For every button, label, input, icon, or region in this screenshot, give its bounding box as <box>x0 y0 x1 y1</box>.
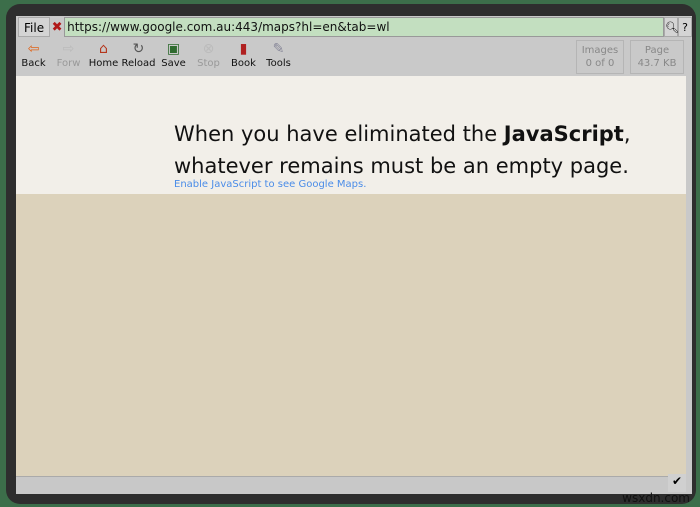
toolbar-label: Back <box>21 58 46 69</box>
page-info: Page 43.7 KB <box>630 40 684 74</box>
enable-js-link[interactable]: Enable JavaScript to see Google Maps. <box>174 179 366 190</box>
headline: When you have eliminated the JavaScript,… <box>174 122 631 178</box>
toolbar-tools-button[interactable]: ✎ Tools <box>261 40 296 76</box>
toolbar-label: Tools <box>266 58 291 69</box>
page-content: When you have eliminated the JavaScript,… <box>16 76 686 476</box>
forw-icon: ⇨ <box>62 41 75 57</box>
check-icon[interactable]: ✔ <box>668 474 686 492</box>
images-label: Images <box>581 45 619 56</box>
toolbar-forw-button[interactable]: ⇨ Forw <box>51 40 86 76</box>
file-menu[interactable]: File <box>18 17 51 37</box>
toolbar-book-button[interactable]: ▮ Book <box>226 40 261 76</box>
save-icon: ▣ <box>166 41 181 57</box>
toolbar-label: Forw <box>56 58 81 69</box>
tools-icon: ✎ <box>272 41 285 57</box>
status-bar <box>16 476 686 490</box>
page-label: Page <box>644 45 670 56</box>
toolbar-save-button[interactable]: ▣ Save <box>156 40 191 76</box>
search-icon[interactable]: 🔍︎ <box>664 17 679 37</box>
toolbar-label: Reload <box>121 58 156 69</box>
toolbar-back-button[interactable]: ⇦ Back <box>16 40 51 76</box>
clear-url-icon[interactable]: ✖ <box>50 20 64 35</box>
stop-icon: ⊗ <box>202 41 215 57</box>
url-row: File ✖ https://www.google.com.au:443/map… <box>16 16 692 38</box>
url-input[interactable]: https://www.google.com.au:443/maps?hl=en… <box>64 17 664 37</box>
toolbar-label: Book <box>231 58 256 69</box>
images-info: Images 0 of 0 <box>576 40 624 74</box>
reload-icon: ↻ <box>132 41 145 57</box>
toolbar-label: Stop <box>197 58 220 69</box>
help-button[interactable]: ? <box>678 17 692 37</box>
toolbar-home-button[interactable]: ⌂ Home <box>86 40 121 76</box>
book-icon: ▮ <box>239 41 248 57</box>
back-icon: ⇦ <box>27 41 40 57</box>
browser-window: File ✖ https://www.google.com.au:443/map… <box>6 4 696 504</box>
watermark: wsxdn.com <box>622 491 690 505</box>
toolbar-reload-button[interactable]: ↻ Reload <box>121 40 156 76</box>
home-icon: ⌂ <box>99 41 108 57</box>
page-size: 43.7 KB <box>637 58 677 69</box>
toolbar-label: Home <box>88 58 119 69</box>
toolbar: ⇦ Back ⇨ Forw ⌂ Home ↻ Reload ▣ Save ⊗ Stop ▮ Book ✎ To… <box>16 40 296 76</box>
toolbar-stop-button[interactable]: ⊗ Stop <box>191 40 226 76</box>
images-value: 0 of 0 <box>585 58 615 69</box>
toolbar-label: Save <box>161 58 186 69</box>
